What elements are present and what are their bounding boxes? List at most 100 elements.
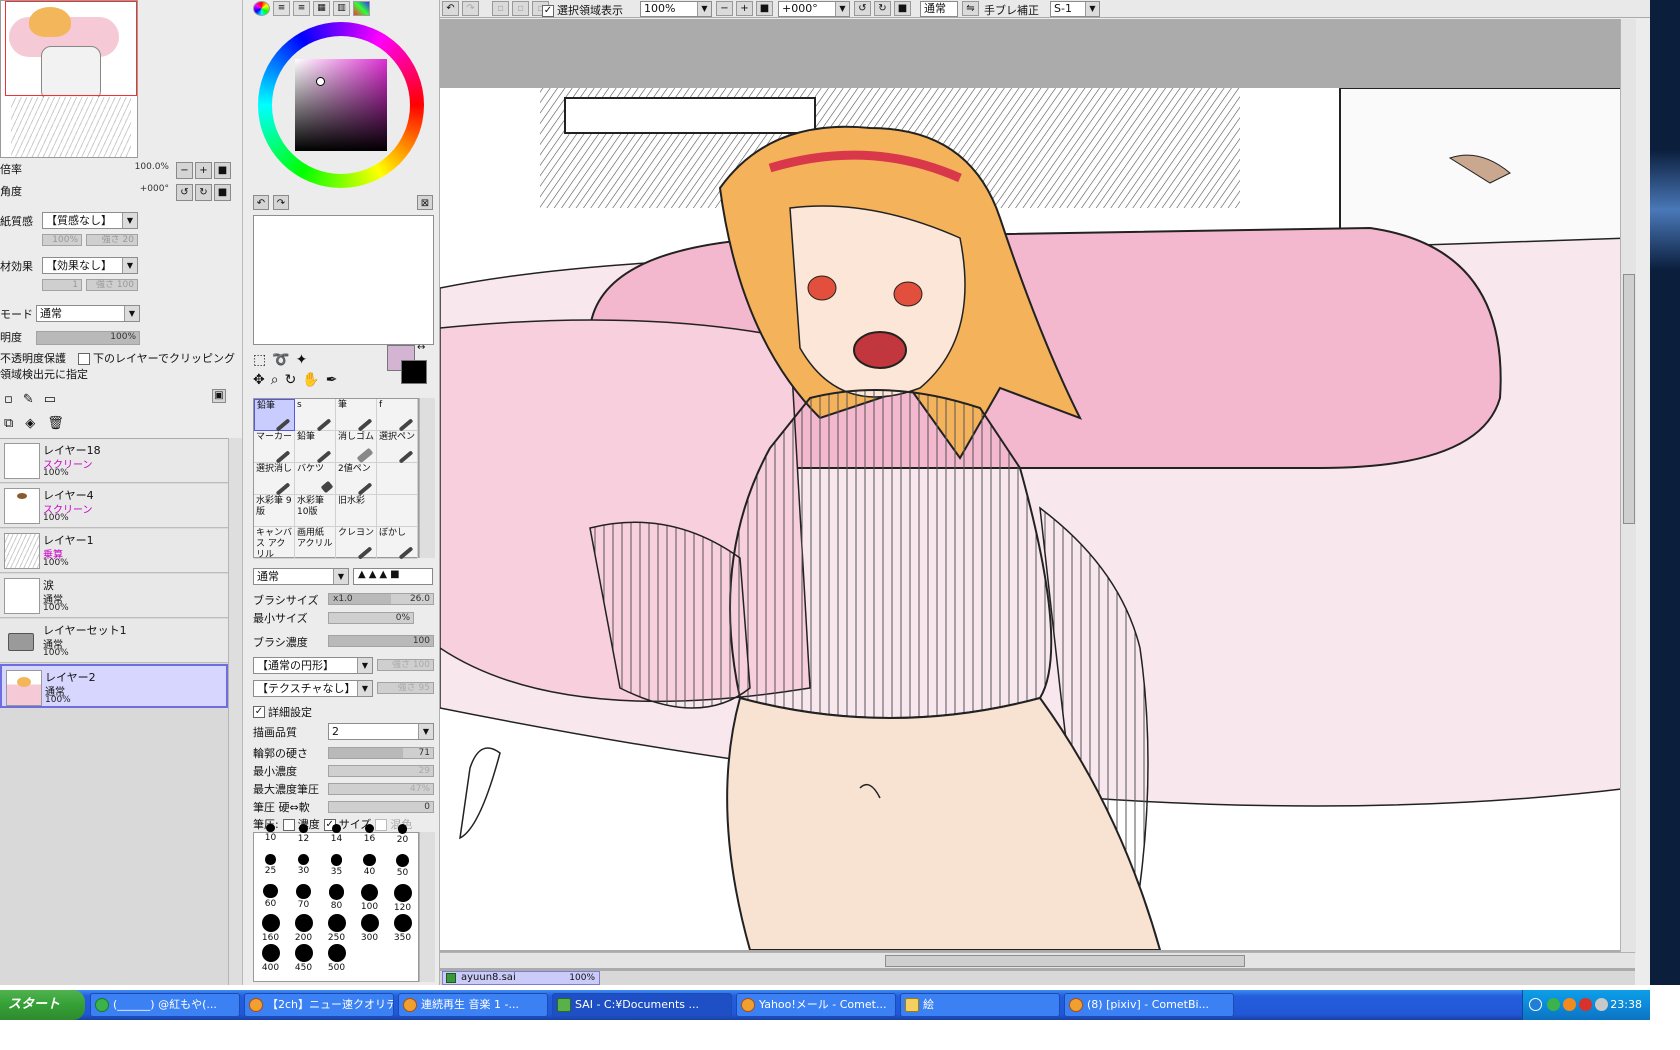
brush-size-preset[interactable]: 200 — [287, 911, 320, 944]
tool-empty-slot[interactable] — [377, 495, 418, 527]
color-wheel-toggle-icon[interactable] — [253, 1, 270, 16]
canvas-vertical-scrollbar[interactable] — [1620, 19, 1636, 954]
background-color-swatch[interactable] — [401, 360, 427, 384]
brush-size-slider[interactable]: x1.0 26.0 — [328, 593, 434, 605]
brush-size-preset[interactable]: 60 — [254, 881, 287, 914]
min-size-slider[interactable]: 0% — [328, 612, 414, 624]
layer-row[interactable]: レイヤー1 乗算 100% — [0, 529, 228, 573]
min-density-slider[interactable]: 29 — [328, 765, 434, 777]
brush-size-preset[interactable]: 10 — [254, 821, 287, 854]
tray-arrow-icon[interactable] — [1529, 998, 1542, 1011]
detail-checkbox[interactable]: ✓ — [253, 706, 265, 718]
tool-grid-scrollbar[interactable] — [419, 398, 435, 558]
clip-checkbox[interactable]: 下のレイヤーでクリッピング — [78, 350, 235, 366]
layer-row[interactable]: レイヤー4 スクリーン 100% — [0, 484, 228, 528]
scratchpad-toggle-icon[interactable] — [353, 1, 370, 16]
tool-old-watercolor[interactable]: 旧水彩 — [336, 495, 377, 527]
tool-watercolor-10[interactable]: 水彩筆 10版 — [295, 495, 336, 527]
flip-canvas-button[interactable]: ⇋ — [962, 1, 979, 16]
blend-mode-select[interactable]: 通常 ▼ — [36, 305, 140, 322]
tool-marker[interactable]: マーカー — [254, 431, 295, 464]
taskbar-item[interactable]: Yahoo!メール - Comet... — [736, 993, 896, 1017]
layer-panel-menu-button[interactable]: ▣ — [212, 389, 226, 403]
swap-colors-icon[interactable]: ↔ — [417, 342, 425, 353]
brush-size-preset[interactable]: 50 — [386, 851, 419, 884]
zoom-in-button[interactable]: + — [195, 162, 212, 179]
lasso-icon[interactable]: ➰ — [272, 352, 295, 368]
move-icon[interactable]: ✥ — [253, 372, 271, 388]
rotate-left-button[interactable]: ↺ — [176, 184, 193, 201]
delete-layer-icon[interactable]: 🗑 — [47, 416, 64, 431]
stabilizer-select[interactable]: S-1 ▼ — [1050, 1, 1100, 17]
new-folder-icon[interactable]: ▭ — [44, 392, 56, 407]
brush-texture-select[interactable]: 【テクスチャなし】 ▼ — [253, 680, 373, 697]
canvas-horizontal-scrollbar[interactable] — [440, 952, 1635, 968]
navigator-preview[interactable] — [0, 0, 138, 158]
new-layer-icon[interactable]: ▫ — [4, 392, 13, 407]
brush-blend-select[interactable]: 通常 ▼ — [253, 568, 349, 585]
magic-wand-icon[interactable]: ✦ — [296, 352, 314, 368]
size-grid-scrollbar[interactable] — [419, 832, 435, 982]
pressure-slider[interactable]: 0 — [328, 801, 434, 813]
brush-shape-select[interactable]: 【通常の円形】 ▼ — [253, 657, 373, 674]
artwork-canvas[interactable] — [440, 88, 1630, 950]
detail-row[interactable]: ✓ 詳細設定 — [253, 703, 312, 721]
zoom-icon[interactable]: ⌕ — [271, 372, 285, 388]
network-icon[interactable] — [1547, 998, 1560, 1011]
redo-swatch-button[interactable]: ↷ — [273, 195, 289, 210]
new-linework-layer-icon[interactable]: ✎ — [23, 392, 34, 407]
tool-canvas-acrylic[interactable]: キャンバス アクリル — [254, 527, 295, 560]
tool-blur[interactable]: ぼかし — [377, 527, 418, 560]
brush-size-preset[interactable]: 160 — [254, 911, 287, 944]
layer-list-scrollbar[interactable] — [228, 438, 242, 985]
tool-binary-pen[interactable]: 2値ペン — [336, 463, 377, 496]
brush-shape-presets[interactable]: ▲▲▲■ — [353, 568, 433, 585]
detect-label[interactable]: 領域検出元に指定 — [0, 366, 88, 382]
tool-crayon[interactable]: クレヨン — [336, 527, 377, 560]
effect-strength-field[interactable]: 強さ 100 — [86, 279, 138, 291]
canvas-horizontal-scroll-thumb[interactable] — [885, 955, 1245, 967]
brush-size-preset[interactable]: 400 — [254, 941, 287, 974]
document-tab[interactable]: ayuun8.sai 100% — [442, 971, 600, 985]
canvas-rotate-reset-button[interactable]: ■ — [894, 1, 911, 16]
tool-f[interactable]: f — [377, 399, 418, 432]
swatch-toggle-icon[interactable]: ▥ — [333, 1, 350, 16]
tool-bucket[interactable]: バケツ — [295, 463, 336, 495]
start-button[interactable]: スタート — [0, 990, 85, 1020]
rotate-reset-button[interactable]: ■ — [214, 184, 231, 201]
opacity-slider[interactable]: 100% — [36, 331, 140, 345]
brush-size-preset[interactable]: 25 — [254, 851, 287, 884]
taskbar-item[interactable]: (______) @紅もや(... — [90, 993, 240, 1017]
scratchpad[interactable] — [253, 215, 434, 345]
brush-size-preset[interactable]: 35 — [320, 851, 353, 884]
brush-size-preset[interactable]: 80 — [320, 881, 353, 914]
selection-display-toggle[interactable]: ✓ 選択領域表示 — [542, 2, 623, 18]
undo-button[interactable]: ↶ — [442, 1, 459, 16]
layer-row[interactable]: 涙 通常 100% — [0, 574, 228, 618]
paper-texture-select[interactable]: 【質感なし】 ▼ — [42, 212, 138, 229]
tool-select-eraser[interactable]: 選択消し — [254, 463, 295, 496]
tool-eraser[interactable]: 消しゴム — [336, 431, 377, 464]
paper-strength-field[interactable]: 強さ 20 — [86, 234, 138, 246]
tool-s[interactable]: s — [295, 399, 336, 432]
volume-icon[interactable] — [1595, 998, 1608, 1011]
rgb-slider-toggle-icon[interactable]: ≡ — [273, 1, 290, 16]
layer-row[interactable]: レイヤーセット1 通常 100% — [0, 619, 228, 663]
canvas-zoom-out-button[interactable]: − — [716, 1, 733, 16]
brush-size-preset[interactable]: 500 — [320, 941, 353, 974]
undo-swatch-button[interactable]: ↶ — [253, 195, 269, 210]
canvas-rotate-right-button[interactable]: ↻ — [874, 1, 891, 16]
color-picker-marker[interactable] — [316, 77, 325, 86]
brush-shape-strength[interactable]: 強さ 100 — [377, 659, 434, 671]
density-slider[interactable]: 100 — [328, 635, 434, 647]
brush-size-preset[interactable]: 350 — [386, 911, 419, 944]
zoom-reset-button[interactable]: ■ — [214, 162, 231, 179]
taskbar-item[interactable]: (8) [pixiv] - CometBi... — [1064, 993, 1234, 1017]
selection-display-checkbox[interactable]: ✓ — [542, 5, 554, 17]
effect-select[interactable]: 【効果なし】 ▼ — [42, 257, 138, 274]
max-pressure-slider[interactable]: 47% — [328, 783, 434, 795]
rotate-icon[interactable]: ↻ — [285, 372, 303, 388]
canvas-mode-select[interactable]: 通常 — [920, 1, 958, 17]
tool-watercolor-9[interactable]: 水彩筆 9版 — [254, 495, 295, 527]
invert-selection-button[interactable]: ▫ — [512, 1, 529, 16]
